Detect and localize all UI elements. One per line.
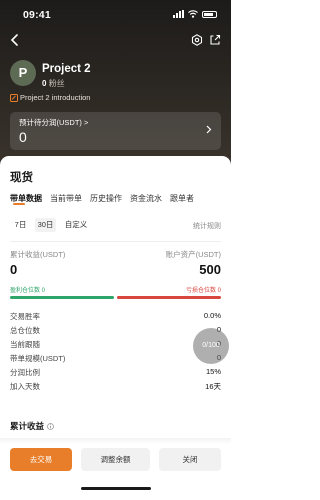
status-bar: 09:41 <box>0 8 231 22</box>
fans-count: 0 粉丝 <box>42 78 65 89</box>
cumulative-profit-value: 0 <box>10 262 18 277</box>
home-indicator <box>81 487 151 490</box>
bottom-bar-shadow <box>0 438 231 444</box>
stats-rule-link[interactable]: 统计规则 <box>193 221 221 231</box>
chevron-right-icon <box>206 125 212 134</box>
tab-bar: 带单数据 当前带单 历史操作 资金流水 跟单者 <box>10 193 194 204</box>
profile-header: 09:41 P Project 2 0 粉丝 Project 2 introdu… <box>0 0 231 168</box>
profit-share-value: 15% <box>205 367 221 376</box>
go-trade-button[interactable]: 去交易 <box>10 448 72 471</box>
tab-history[interactable]: 历史操作 <box>90 193 122 204</box>
total-positions-label: 总仓位数 <box>10 326 40 335</box>
days-joined-value: 16天 <box>205 382 221 391</box>
win-rate-value: 0.0% <box>203 311 221 320</box>
adjust-balance-button[interactable]: 调整余额 <box>81 448 150 471</box>
loss-positions-label: 亏损仓位数 0 <box>185 288 221 294</box>
signal-icon <box>173 10 184 18</box>
share-icon[interactable] <box>209 34 221 46</box>
profit-share-label: 分润比例 <box>10 368 40 377</box>
project-name: Project 2 <box>42 63 91 75</box>
account-assets-value: 500 <box>199 262 221 277</box>
days-joined-label: 加入天数 <box>10 382 40 391</box>
cumulative-section-label: 累计收益 <box>10 421 45 431</box>
pending-share-label: 预计待分润(USDT) > <box>19 118 89 127</box>
info-icon[interactable] <box>47 422 54 430</box>
settings-icon[interactable] <box>191 34 203 46</box>
follow-counter-badge[interactable]: 0/100 <box>193 328 229 364</box>
loss-ratio-bar <box>117 296 221 299</box>
close-button[interactable]: 关闭 <box>159 448 221 471</box>
top-nav <box>0 33 231 49</box>
period-7d[interactable]: 7日 <box>10 218 31 232</box>
wifi-icon <box>188 10 198 18</box>
intro-text: Project 2 introduction <box>20 93 91 102</box>
tab-active-indicator <box>13 203 25 205</box>
status-time: 09:41 <box>23 9 51 21</box>
tab-fund-flow[interactable]: 资金流水 <box>130 193 162 204</box>
project-intro: Project 2 introduction <box>10 93 90 102</box>
divider <box>10 241 221 242</box>
cumulative-profit-label: 累计收益(USDT) <box>10 250 66 259</box>
period-selector: 7日 30日 自定义 <box>10 218 92 232</box>
fans-label: 粉丝 <box>48 79 65 88</box>
tab-current-orders[interactable]: 当前带单 <box>50 193 82 204</box>
status-icons <box>173 10 217 18</box>
edit-note-icon <box>10 93 18 102</box>
profit-positions-label: 盈利仓位数 0 <box>10 288 46 294</box>
section-title: 现货 <box>10 172 33 184</box>
avatar[interactable]: P <box>10 60 36 86</box>
fans-number: 0 <box>42 79 47 88</box>
current-followers-label: 当前跟随 <box>10 340 40 349</box>
main-panel: 现货 带单数据 当前带单 历史操作 资金流水 跟单者 7日 30日 自定义 统计… <box>0 156 231 500</box>
battery-icon <box>202 10 217 18</box>
cumulative-section-title: 累计收益 <box>10 420 54 432</box>
tab-followers[interactable]: 跟单者 <box>170 193 194 204</box>
pending-share-value: 0 <box>19 129 27 145</box>
account-assets-label: 账户资产(USDT) <box>165 250 221 259</box>
lead-scale-label: 带单规模(USDT) <box>10 354 66 363</box>
win-rate-label: 交易胜率 <box>10 312 40 321</box>
period-30d[interactable]: 30日 <box>35 218 56 232</box>
profit-ratio-bar <box>10 296 114 299</box>
pending-share-card[interactable]: 预计待分润(USDT) > 0 <box>10 112 221 150</box>
period-custom[interactable]: 自定义 <box>60 218 92 232</box>
back-arrow-icon[interactable] <box>10 34 19 46</box>
